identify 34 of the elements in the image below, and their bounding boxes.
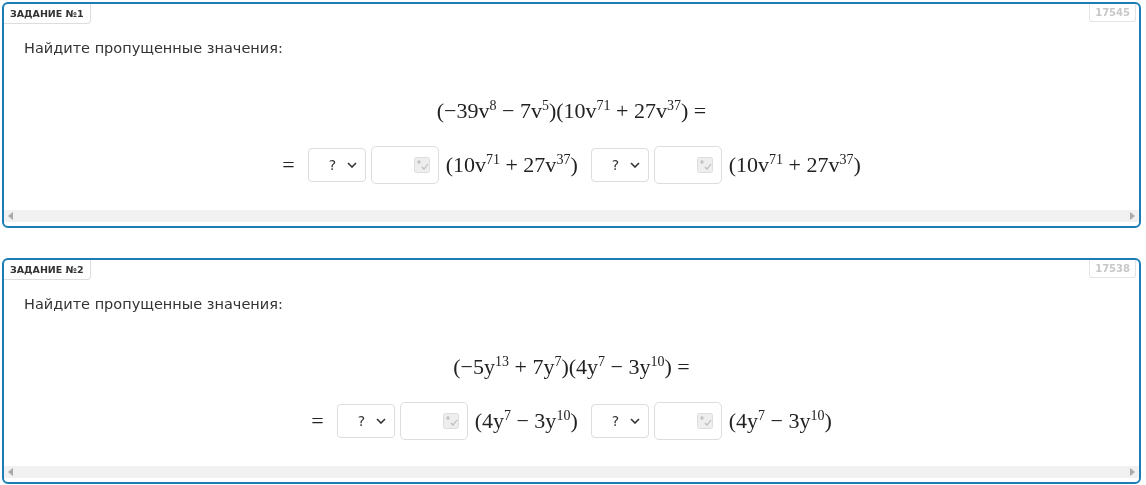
equals-sign: = [282,152,295,179]
chevron-icon [375,418,386,425]
sign-dropdown[interactable]: ? [307,148,366,183]
scroll-right-icon[interactable] [1130,212,1135,220]
task-label: ЗАДАНИЕ №1 [4,4,91,24]
equation: (−39v$^{8}$ − 7v$^{5}$)(10v$^{71}$ + 27v$^{37}$) = [436,98,707,125]
scroll-right-icon[interactable] [1130,468,1135,476]
sign-dropdown[interactable]: ? [336,404,395,439]
equals-sign: = [311,408,324,435]
answer-field[interactable] [370,146,439,185]
equation: (−5y$^{13}$ + 7y$^{7}$)(4y$^{7}$ − 3y$^{10}$) = [453,354,690,381]
chevron-icon [346,162,357,169]
factor-expression: (4y$^{7}$ − 3y$^{10}$) [474,408,578,435]
horizontal-scrollbar[interactable] [4,210,1139,222]
scroll-left-icon[interactable] [8,468,13,476]
formula-icon [413,157,430,174]
factor-expression: (10v$^{71}$ + 27v$^{37}$) [445,152,578,179]
formula-icon [696,413,713,430]
chevron-icon [629,162,640,169]
answer-field[interactable] [653,146,722,185]
chevron-icon [629,418,640,425]
answer-field[interactable] [399,402,468,441]
horizontal-scrollbar[interactable] [4,466,1139,478]
formula-icon [696,157,713,174]
factor-expression: (4y$^{7}$ − 3y$^{10}$) [728,408,832,435]
scroll-left-icon[interactable] [8,212,13,220]
factor-expression: (10v$^{71}$ + 27v$^{37}$) [728,152,861,179]
formula-icon [442,413,459,430]
task-label: ЗАДАНИЕ №2 [4,260,91,280]
task-prompt: Найдите пропущенные значения: [24,296,284,312]
answer-field[interactable] [653,402,722,441]
sign-dropdown[interactable]: ? [590,404,649,439]
sign-dropdown[interactable]: ? [590,148,649,183]
task-prompt: Найдите пропущенные значения: [24,40,284,56]
